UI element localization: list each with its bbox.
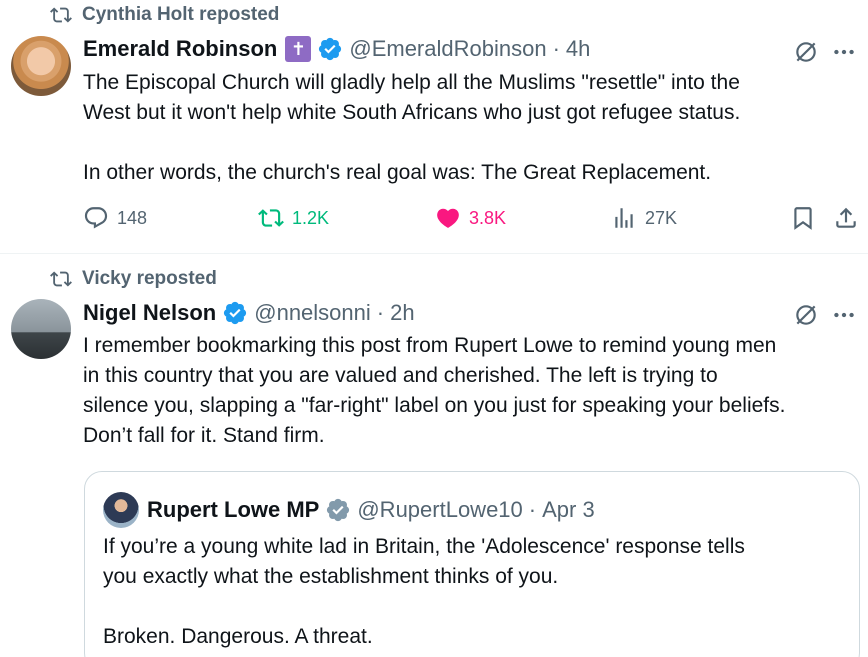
more-icon[interactable] [831,302,857,328]
quoted-author-handle: @RupertLowe10 [357,497,523,522]
tweet[interactable]: Vicky reposted Nigel Nelson @nnelsonni ·… [0,255,868,657]
retweet-count: 1.2K [292,207,330,228]
quoted-text-line [103,592,745,622]
tweet-text-line: Don’t fall for it. Stand firm. [83,424,325,447]
separator-dot: · [552,36,560,61]
verified-badge-icon [327,498,350,522]
repost-label[interactable]: Vicky reposted [82,268,217,290]
author-handle[interactable]: @nnelsonni [254,300,371,326]
author-handle[interactable]: @EmeraldRobinson [349,36,546,62]
action-bar: 148 1.2K 3.8K 27K [83,205,863,235]
repost-indicator: Vicky reposted [50,268,217,290]
bookmark-icon [794,207,812,230]
quoted-text-line: you exactly what the establishment think… [103,565,559,588]
quoted-author-name: Rupert Lowe MP [147,497,320,522]
reply-button[interactable]: 148 [83,205,147,231]
heart-icon [437,208,459,228]
quoted-tweet-header: Rupert Lowe MP @RupertLowe10 · Apr 3 [103,492,595,528]
avatar [103,492,139,528]
tweet-header: Nigel Nelson @nnelsonni · 2h [83,300,415,326]
views-count: 27K [645,207,678,228]
verified-badge-icon [319,37,342,61]
verified-badge-icon [224,301,247,325]
author-name[interactable]: Nigel Nelson [83,300,216,326]
quoted-text-line: If you’re a young white lad in Britain, … [103,535,745,558]
share-button[interactable] [833,205,859,231]
repost-icon [50,7,72,23]
cross-glyph: ✝ [290,39,306,59]
timestamp[interactable]: 4h [566,36,590,62]
quoted-timestamp: Apr 3 [542,497,595,522]
repost-label[interactable]: Cynthia Holt reposted [82,4,279,26]
quoted-text-line: Broken. Dangerous. A threat. [103,625,373,648]
views-icon [615,208,633,228]
tweet-text-line: in this country that you are valued and … [83,364,718,387]
repost-indicator: Cynthia Holt reposted [50,4,279,26]
retweet-button[interactable]: 1.2K [258,205,329,231]
tweet-text-line [83,128,863,158]
retweet-icon [258,209,284,227]
separator-dot: · [376,300,385,325]
tweet-text: I remember bookmarking this post from Ru… [83,331,863,451]
quoted-tweet[interactable]: Rupert Lowe MP @RupertLowe10 · Apr 3 If … [84,471,860,657]
tweet-header: Emerald Robinson ✝ @EmeraldRobinson · 4h [83,36,590,62]
cross-badge-icon: ✝ [285,36,312,62]
repost-icon [50,271,72,287]
timestamp[interactable]: 2h [390,300,414,326]
like-count: 3.8K [469,207,507,228]
bookmark-button[interactable] [790,205,816,231]
avatar[interactable] [11,36,71,96]
grok-icon[interactable] [793,39,819,65]
tweet[interactable]: Cynthia Holt reposted Emerald Robinson ✝… [0,0,868,254]
like-button[interactable]: 3.8K [435,205,506,231]
separator-dot: · [528,497,537,522]
tweet-text: The Episcopal Church will gladly help al… [83,68,863,188]
avatar[interactable] [11,299,71,359]
grok-icon[interactable] [793,302,819,328]
reply-icon [84,207,108,229]
more-icon[interactable] [831,39,857,65]
tweet-text-line: West but it won't help white South Afric… [83,101,741,124]
share-icon [836,207,856,228]
author-name[interactable]: Emerald Robinson [83,36,277,62]
quoted-tweet-text: If you’re a young white lad in Britain, … [103,532,745,652]
tweet-text-line: The Episcopal Church will gladly help al… [83,71,740,94]
views-button[interactable]: 27K [611,205,677,231]
tweet-text-line: silence you, slapping a "far-right" labe… [83,394,786,417]
reply-count: 148 [117,207,148,228]
tweet-text-line: In other words, the church's real goal w… [83,161,712,184]
tweet-text-line: I remember bookmarking this post from Ru… [83,334,777,357]
